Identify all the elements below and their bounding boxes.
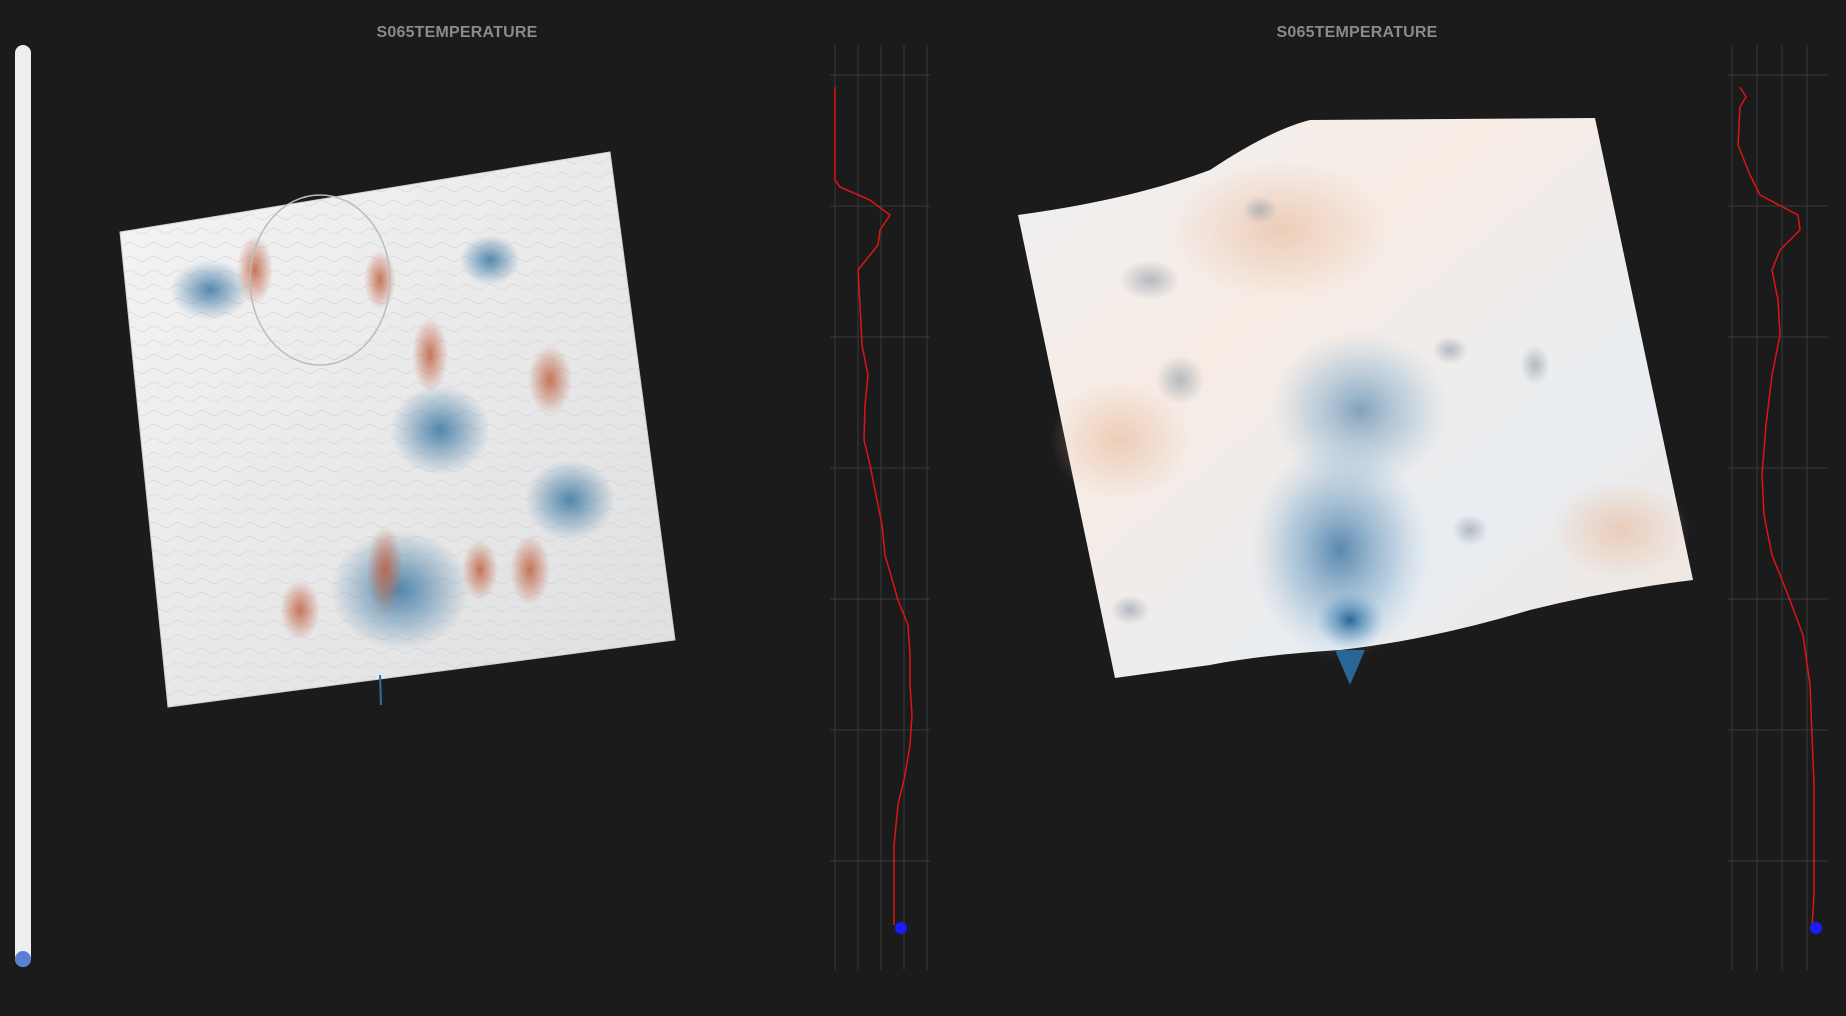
depth-slider[interactable]	[15, 45, 31, 967]
warm-region	[1170, 160, 1390, 300]
profile-plot-left[interactable]	[830, 45, 940, 975]
warm-peak	[510, 535, 550, 605]
warm-peak	[364, 250, 396, 310]
cool-well	[1315, 590, 1385, 650]
surface-spike	[379, 674, 382, 706]
profile-grid	[830, 45, 930, 970]
surface-plot-left[interactable]	[100, 140, 800, 840]
surface-dimple	[1432, 336, 1468, 364]
profile-plot-right[interactable]	[1728, 45, 1843, 975]
slider-track[interactable]	[15, 45, 31, 967]
warm-peak	[367, 525, 403, 615]
surface-spike	[1335, 650, 1365, 685]
panel-title-right: S065TEMPERATURE	[1276, 24, 1438, 41]
profile-line	[1737, 86, 1815, 929]
surface-dimple	[1520, 345, 1550, 385]
profile-marker	[1810, 922, 1822, 934]
cool-region	[390, 385, 490, 475]
warm-peak	[412, 317, 448, 393]
profile-grid	[1728, 45, 1828, 970]
panel-title-left: S065TEMPERATURE	[376, 24, 538, 41]
cool-region	[460, 235, 520, 285]
cool-region	[525, 460, 615, 540]
surface-dimple	[1110, 595, 1150, 625]
warm-region	[1550, 480, 1690, 580]
warm-peak	[462, 540, 498, 600]
slider-thumb[interactable]	[15, 951, 31, 967]
surface-dimple	[1120, 260, 1180, 300]
surface-dimple	[1452, 514, 1488, 546]
profile-marker	[895, 922, 907, 934]
surface-dimple	[1155, 355, 1205, 405]
warm-peak	[528, 345, 572, 415]
surface-plot-right[interactable]	[1010, 110, 1710, 810]
warm-peak	[280, 580, 320, 640]
profile-line	[834, 87, 913, 925]
surface-dimple	[1242, 196, 1278, 224]
